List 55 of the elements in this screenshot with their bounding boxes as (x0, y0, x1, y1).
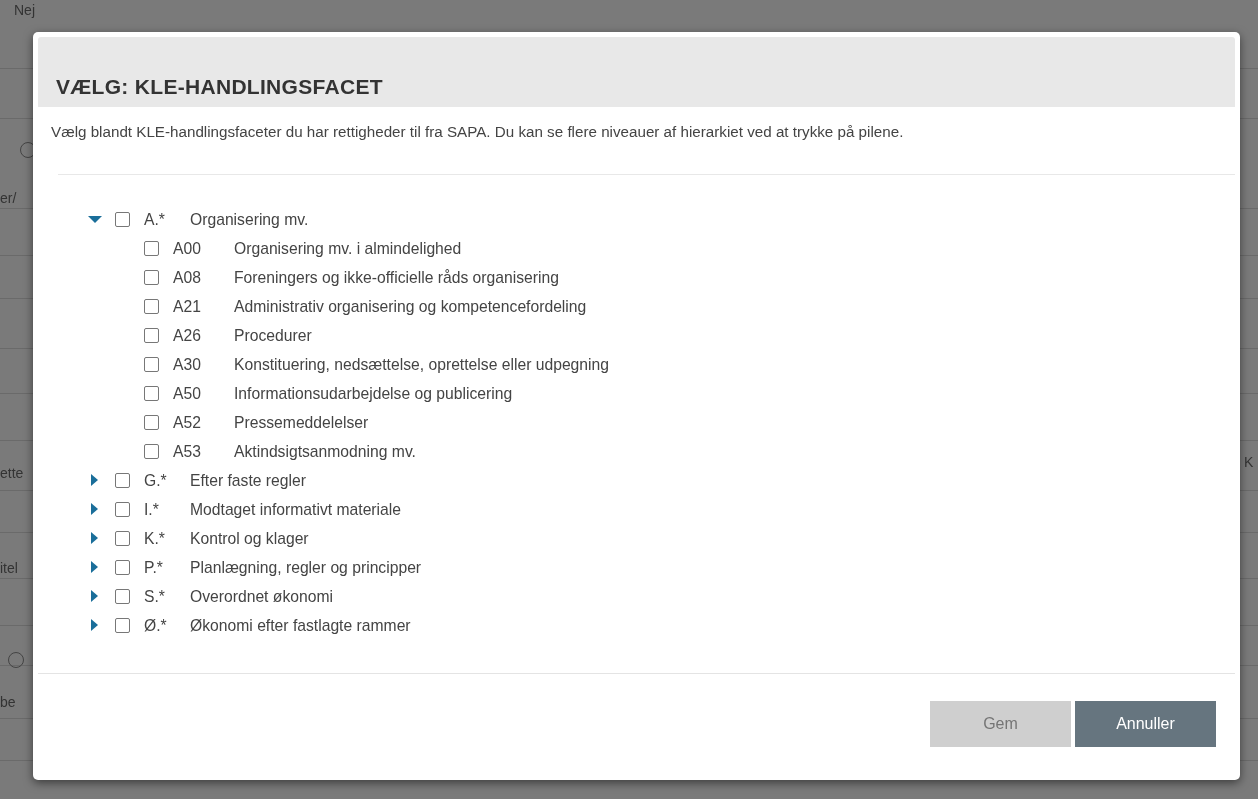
background-text: K (1244, 453, 1254, 472)
checkbox[interactable] (115, 617, 130, 633)
background-text: Nej (14, 1, 35, 20)
tree-code: Ø.* (144, 615, 168, 636)
tree-label[interactable]: Modtaget informativt materiale (190, 497, 401, 522)
background-text: itel (0, 559, 18, 578)
checkbox[interactable] (115, 211, 130, 227)
checkbox[interactable] (144, 385, 159, 401)
tree-code: A00 (173, 238, 202, 259)
checkbox[interactable] (144, 269, 159, 285)
tree-code: A.* (144, 209, 166, 230)
checkbox[interactable] (144, 443, 159, 459)
tree-label[interactable]: Administrativ organisering og kompetencefordeling (234, 294, 587, 319)
checkbox[interactable] (115, 472, 130, 488)
dialog-title: VÆLG: KLE-HANDLINGSFACET (56, 73, 383, 99)
tree-label[interactable]: Overordnet økonomi (190, 584, 333, 609)
background-text: er/ (0, 189, 17, 208)
tree-code: A53 (173, 441, 202, 462)
tree-code: A50 (173, 383, 202, 404)
tree-code: S.* (144, 586, 166, 607)
checkbox[interactable] (115, 501, 130, 517)
tree-code: P.* (144, 557, 164, 578)
collapse-arrow-icon[interactable] (87, 213, 103, 226)
tree-label[interactable]: Informationsudarbejdelse og publicering (234, 381, 513, 406)
tree-label[interactable]: Økonomi efter fastlagte rammer (190, 613, 411, 638)
tree-label[interactable]: Organisering mv. (190, 207, 309, 232)
tree-label[interactable]: Efter faste regler (190, 468, 306, 493)
tree-code: A08 (173, 267, 202, 288)
tree-label[interactable]: Foreningers og ikke-officielle råds organisering (234, 265, 559, 290)
tree-label[interactable]: Procedurer (234, 323, 312, 348)
tree-code: A52 (173, 412, 202, 433)
checkbox[interactable] (144, 327, 159, 343)
tree-label[interactable]: Konstituering, nedsættelse, oprettelse eller udpegning (234, 352, 609, 377)
cancel-button[interactable]: Annuller (1075, 701, 1216, 747)
checkbox[interactable] (115, 588, 130, 604)
dialog-description: Vælg blandt KLE-handlingsfaceter du har rettigheder til fra SAPA. Du kan se flere niveauer af hierarkiet ved at trykke på pilene. (51, 122, 905, 142)
background-text: be (0, 693, 16, 712)
tree-label[interactable]: Organisering mv. i almindelighed (234, 236, 462, 261)
tree-label[interactable]: Aktindsigtsanmodning mv. (234, 439, 416, 464)
tree-label[interactable]: Pressemeddelelser (234, 410, 369, 435)
background-text: ette (0, 464, 24, 483)
tree-code: I.* (144, 499, 160, 520)
checkbox[interactable] (115, 559, 130, 575)
checkbox[interactable] (115, 530, 130, 546)
tree-code: A26 (173, 325, 202, 346)
checkbox[interactable] (144, 240, 159, 256)
tree-code: A30 (173, 354, 202, 375)
checkbox[interactable] (144, 414, 159, 430)
tree-label[interactable]: Kontrol og klager (190, 526, 309, 551)
tree-code: A21 (173, 296, 202, 317)
checkbox[interactable] (144, 298, 159, 314)
tree-code: G.* (144, 470, 168, 491)
tree-label[interactable]: Planlægning, regler og principper (190, 555, 422, 580)
checkbox[interactable] (144, 356, 159, 372)
tree-code: K.* (144, 528, 166, 549)
